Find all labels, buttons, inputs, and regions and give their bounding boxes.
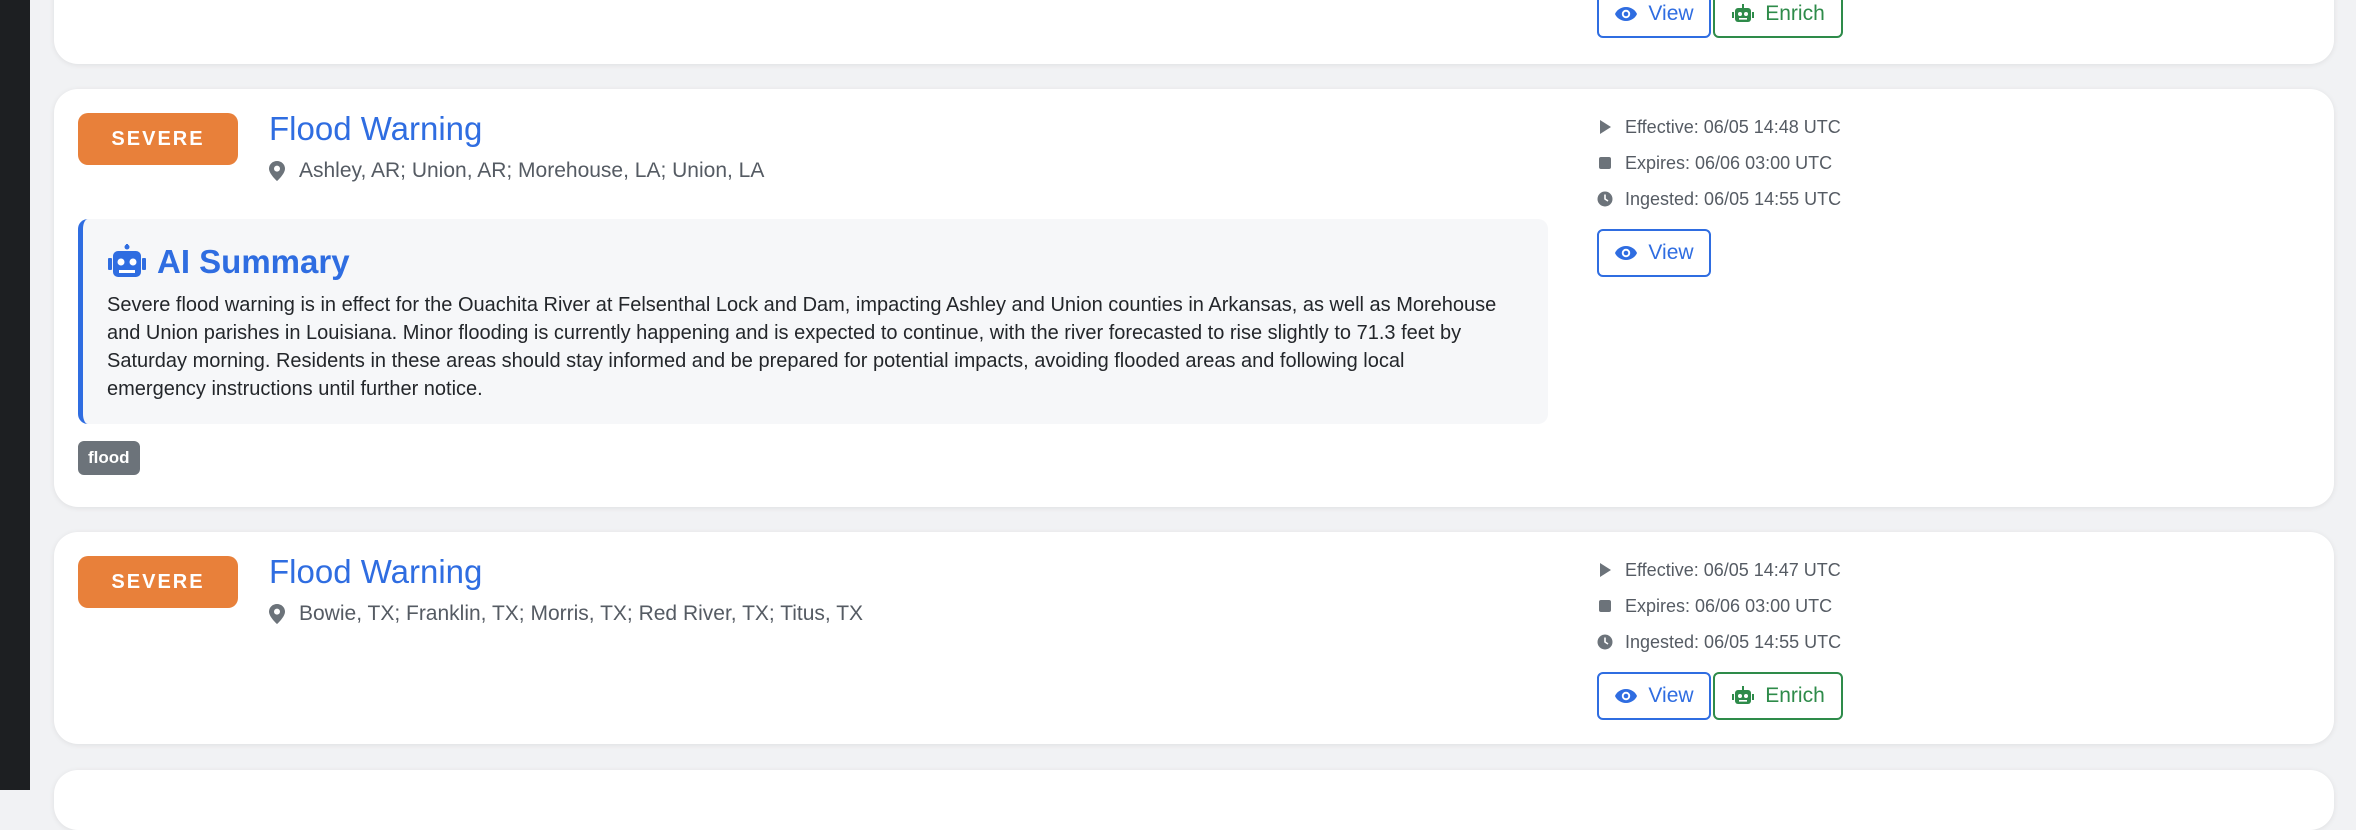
alert-location: Ashley, AR; Union, AR; Morehouse, LA; Un…	[269, 159, 764, 183]
expires-row: Expires: 06/06 03:00 UTC	[1597, 145, 1841, 181]
play-icon	[1600, 120, 1611, 134]
effective-row: Effective: 06/05 14:47 UTC	[1597, 552, 1841, 588]
expires-row: Expires: 06/06 03:00 UTC	[1597, 588, 1841, 624]
robot-icon	[108, 244, 146, 277]
ingested-time: Ingested: 06/05 14:55 UTC	[1625, 188, 1842, 209]
clock-icon	[1597, 634, 1613, 650]
robot-icon	[1732, 686, 1755, 704]
stop-icon	[1599, 600, 1611, 612]
view-button[interactable]: View	[1597, 672, 1711, 720]
ingested-row: Ingested: 06/05 14:55 UTC	[1597, 181, 1841, 217]
ai-summary-panel: AI Summary Severe flood warning is in ef…	[78, 219, 1548, 424]
view-button-label: View	[1648, 2, 1694, 25]
ai-summary-heading: AI Summary	[107, 243, 1500, 281]
enrich-button[interactable]: Enrich	[1713, 0, 1843, 38]
view-button[interactable]: View	[1597, 0, 1711, 38]
effective-time: Effective: 06/05 14:48 UTC	[1625, 116, 1841, 137]
stop-icon	[1599, 157, 1611, 169]
eye-icon	[1615, 7, 1638, 21]
alert-location: Bowie, TX; Franklin, TX; Morris, TX; Red…	[269, 602, 863, 626]
ai-summary-title: AI Summary	[157, 243, 350, 280]
severity-badge: SEVERE	[78, 113, 238, 165]
view-button-label: View	[1648, 684, 1694, 707]
left-sidebar-strip	[0, 0, 30, 790]
alert-card: SEVERE Flood Warning Bowie, TX; Franklin…	[54, 532, 2334, 744]
enrich-button-label: Enrich	[1765, 2, 1825, 25]
effective-row: Effective: 06/05 14:48 UTC	[1597, 109, 1841, 145]
ai-summary-text: Severe flood warning is in effect for th…	[107, 294, 1497, 400]
alert-card-next	[54, 770, 2334, 830]
alert-card: SEVERE Flood Warning Ashley, AR; Union, …	[54, 89, 2334, 507]
effective-time: Effective: 06/05 14:47 UTC	[1625, 559, 1841, 580]
view-button-label: View	[1648, 241, 1694, 264]
severity-badge: SEVERE	[78, 556, 238, 608]
eye-icon	[1615, 246, 1638, 260]
view-button[interactable]: View	[1597, 229, 1711, 277]
alert-title-link[interactable]: Flood Warning	[269, 110, 482, 148]
enrich-button-label: Enrich	[1765, 684, 1825, 707]
tag-badge: flood	[78, 441, 140, 475]
expires-time: Expires: 06/06 03:00 UTC	[1625, 152, 1833, 173]
alert-card-previous: View Enrich	[54, 0, 2334, 64]
eye-icon	[1615, 689, 1638, 703]
play-icon	[1600, 563, 1611, 577]
ingested-time: Ingested: 06/05 14:55 UTC	[1625, 631, 1842, 652]
map-pin-icon	[269, 604, 285, 624]
alert-meta: Effective: 06/05 14:48 UTC Expires: 06/0…	[1597, 109, 1841, 217]
map-pin-icon	[269, 161, 285, 181]
clock-icon	[1597, 191, 1613, 207]
alert-title-link[interactable]: Flood Warning	[269, 553, 482, 591]
enrich-button[interactable]: Enrich	[1713, 672, 1843, 720]
robot-icon	[1732, 4, 1755, 22]
alert-location-text: Ashley, AR; Union, AR; Morehouse, LA; Un…	[299, 159, 765, 182]
alert-meta: Effective: 06/05 14:47 UTC Expires: 06/0…	[1597, 552, 1841, 660]
ingested-row: Ingested: 06/05 14:55 UTC	[1597, 624, 1841, 660]
alert-location-text: Bowie, TX; Franklin, TX; Morris, TX; Red…	[299, 602, 864, 625]
expires-time: Expires: 06/06 03:00 UTC	[1625, 595, 1833, 616]
